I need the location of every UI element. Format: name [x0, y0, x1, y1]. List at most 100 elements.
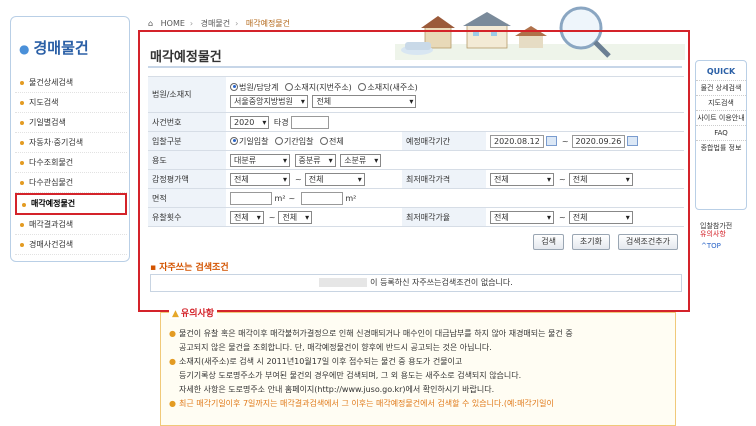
- sidebar-title-text: 경매물건: [33, 39, 89, 57]
- form-row-area: 면적 m² ~ m²: [148, 188, 684, 208]
- radio-address-jibun[interactable]: 소재지(지번주소): [285, 82, 352, 93]
- sidebar-item-most-viewed[interactable]: 다수조회물건: [15, 153, 127, 173]
- search-panel: 매각예정물건 법원/소재지 법원/담당계 소재지(지번주소) 소재지(새주소) …: [138, 30, 690, 312]
- notice-text: 공고되지 않은 물건을 조회합니다. 단, 매각예정물건이 향후에 반드시 공고…: [179, 343, 492, 352]
- home-icon[interactable]: ⌂: [148, 19, 153, 28]
- breadcrumb-separator-icon: ›: [189, 19, 194, 28]
- breadcrumb-separator-icon: ›: [235, 19, 239, 28]
- quick-item-faq[interactable]: FAQ: [696, 125, 746, 140]
- notice-item: ● 최근 매각기일이후 7일까지는 매각결과검색에서 그 이후는 매각예정물건에서…: [169, 397, 669, 411]
- tilde: ~: [268, 212, 276, 222]
- date-from-input[interactable]: 2020.08.12: [490, 134, 544, 148]
- radio-court[interactable]: 법원/담당계: [230, 82, 279, 93]
- sidebar-item-detail-search[interactable]: 물건상세검색: [15, 73, 127, 93]
- form-row-bid: 입찰구분 기일입찰 기간입찰 전체 예정매각기간 2020.08.12 ~2020…: [148, 131, 684, 151]
- favorites-title-text: 자주쓰는 검색조건: [159, 263, 229, 273]
- bullet-icon: ●: [169, 399, 176, 408]
- sidebar-item-most-watched[interactable]: 다수관심물건: [15, 173, 127, 193]
- min-rate-field: 전체~전체: [486, 207, 684, 227]
- fail-to-select[interactable]: 전체: [278, 210, 313, 224]
- reset-button[interactable]: 초기화: [571, 234, 610, 250]
- favorites-title: ▪ 자주쓰는 검색조건: [150, 260, 229, 273]
- use-major-select[interactable]: 대분류: [230, 153, 290, 167]
- bullet-icon: ●: [169, 357, 176, 366]
- breadcrumb-current: 매각예정물건: [245, 19, 291, 28]
- case-field: 2020 타경: [226, 112, 684, 132]
- radio-all-bid[interactable]: 전체: [320, 136, 344, 147]
- sidebar-item-case-search[interactable]: 경매사건검색: [15, 235, 127, 255]
- min-price-to-select[interactable]: 전체: [568, 172, 633, 186]
- quick-title: QUICK: [706, 67, 736, 76]
- quick-item-map-search[interactable]: 지도검색: [696, 95, 746, 110]
- sidebar-item-scheduled-sale[interactable]: 매각예정물건: [15, 193, 127, 215]
- bullet-icon: ▪: [150, 263, 160, 273]
- notice-list: ● 물건이 유찰 혹은 매각이후 매각불허가결정으로 인해 신경매되거나 매수인이…: [169, 327, 669, 411]
- sidebar-title: ● 경매물건: [19, 37, 89, 58]
- use-minor-select[interactable]: 소분류: [340, 153, 382, 167]
- use-middle-select[interactable]: 중분류: [294, 153, 336, 167]
- add-condition-button[interactable]: 검색조건추가: [617, 234, 678, 250]
- use-label: 용도: [148, 150, 226, 170]
- search-button[interactable]: 검색: [533, 234, 564, 250]
- sidebar-item-map-search[interactable]: 지도검색: [15, 93, 127, 113]
- quick-item-detail-search[interactable]: 물건 상세검색: [696, 80, 746, 95]
- quick-item-legal-info[interactable]: 종합법률 정보: [696, 140, 746, 155]
- quick-item-site-guide[interactable]: 사이트 이용안내: [696, 110, 746, 125]
- radio-label: 전체: [329, 136, 344, 146]
- bullet-icon: ●: [169, 329, 176, 338]
- calendar-icon[interactable]: [627, 136, 639, 146]
- fail-from-select[interactable]: 전체: [230, 210, 264, 224]
- quick-menu: QUICK 물건 상세검색 지도검색 사이트 이용안내 FAQ 종합법률 정보: [695, 60, 747, 210]
- title-divider: [148, 66, 682, 68]
- radio-address-new[interactable]: 소재지(새주소): [358, 82, 418, 93]
- search-form: 법원/소재지 법원/담당계 소재지(지번주소) 소재지(새주소) 서울중앙지방법…: [148, 76, 684, 227]
- court-division-select[interactable]: 전체: [312, 94, 417, 108]
- radio-dot-icon: [230, 82, 238, 91]
- sidebar-menu: 물건상세검색 지도검색 기일별검색 자동차·중기검색 다수조회물건 다수관심물건…: [15, 73, 127, 255]
- bullet-icon: ●: [19, 42, 30, 56]
- radio-dot-icon: [285, 82, 294, 91]
- form-row-fail: 유찰횟수 전체~전체 최저매각가율 전체~전체: [148, 207, 684, 227]
- radio-label: 소재지(새주소): [367, 82, 418, 92]
- notice-title: ▲ 유의사항: [169, 306, 218, 319]
- fail-label: 유찰횟수: [148, 207, 226, 227]
- min-rate-from-select[interactable]: 전체: [490, 210, 554, 224]
- case-suffix: 타경: [273, 117, 289, 127]
- radio-period-bid[interactable]: 기간입찰: [275, 136, 313, 147]
- court-select[interactable]: 서울중앙지방법원: [230, 94, 308, 108]
- form-row-case: 사건번호 2020 타경: [148, 112, 684, 132]
- quick-bid-notice-line1: 입찰참가전: [700, 222, 733, 230]
- left-sidebar: ● 경매물건 물건상세검색 지도검색 기일별검색 자동차·중기검색 다수조회물건 …: [10, 16, 130, 262]
- min-price-from-select[interactable]: 전체: [490, 172, 554, 186]
- area-from-input[interactable]: [230, 191, 272, 205]
- notice-text: 소재지(새주소)로 검색 시 2011년10월17일 이후 접수되는 물건 중 …: [178, 357, 463, 366]
- calendar-icon[interactable]: [545, 136, 557, 146]
- radio-date-bid[interactable]: 기일입찰: [230, 136, 268, 147]
- scroll-top-button[interactable]: ^TOP: [701, 242, 721, 250]
- appraisal-from-select[interactable]: 전체: [230, 172, 290, 186]
- area-to-input[interactable]: [300, 191, 343, 205]
- case-year-select[interactable]: 2020: [230, 115, 270, 129]
- breadcrumb: ⌂ HOME › 경매물건 › 매각예정물건: [148, 18, 295, 29]
- quick-bid-notice[interactable]: 입찰참가전 유의사항: [692, 222, 752, 238]
- min-rate-to-select[interactable]: 전체: [568, 210, 633, 224]
- sidebar-item-sale-result[interactable]: 매각결과검색: [15, 215, 127, 235]
- sidebar-item-date-search[interactable]: 기일별검색: [15, 113, 127, 133]
- case-number-input[interactable]: [291, 115, 330, 129]
- date-to-input[interactable]: 2020.09.26: [571, 134, 626, 148]
- radio-dot-icon: [320, 136, 328, 145]
- appraisal-to-select[interactable]: 전체: [304, 172, 365, 186]
- notice-text: 자세한 사항은 도로명주소 안내 홈페이지(http://www.juso.go…: [179, 385, 495, 394]
- min-rate-label: 최저매각가율: [402, 207, 486, 227]
- radio-label: 소재지(지번주소): [294, 82, 352, 92]
- breadcrumb-home[interactable]: HOME: [161, 19, 185, 28]
- radio-label: 법원/담당계: [239, 82, 279, 92]
- tilde: ~: [561, 136, 569, 146]
- breadcrumb-auction[interactable]: 경매물건: [201, 19, 230, 28]
- notice-text: 최근 매각기일이후 7일까지는 매각결과검색에서 그 이후는 매각예정물건에서 …: [178, 399, 554, 408]
- form-row-use: 용도 대분류 중분류 소분류: [148, 150, 684, 170]
- warning-icon: ▲: [172, 309, 179, 319]
- date-field: 2020.08.12 ~2020.09.26: [486, 131, 684, 151]
- sidebar-item-vehicle-search[interactable]: 자동차·중기검색: [15, 133, 127, 153]
- form-row-court: 법원/소재지 법원/담당계 소재지(지번주소) 소재지(새주소) 서울중앙지방법…: [148, 76, 684, 113]
